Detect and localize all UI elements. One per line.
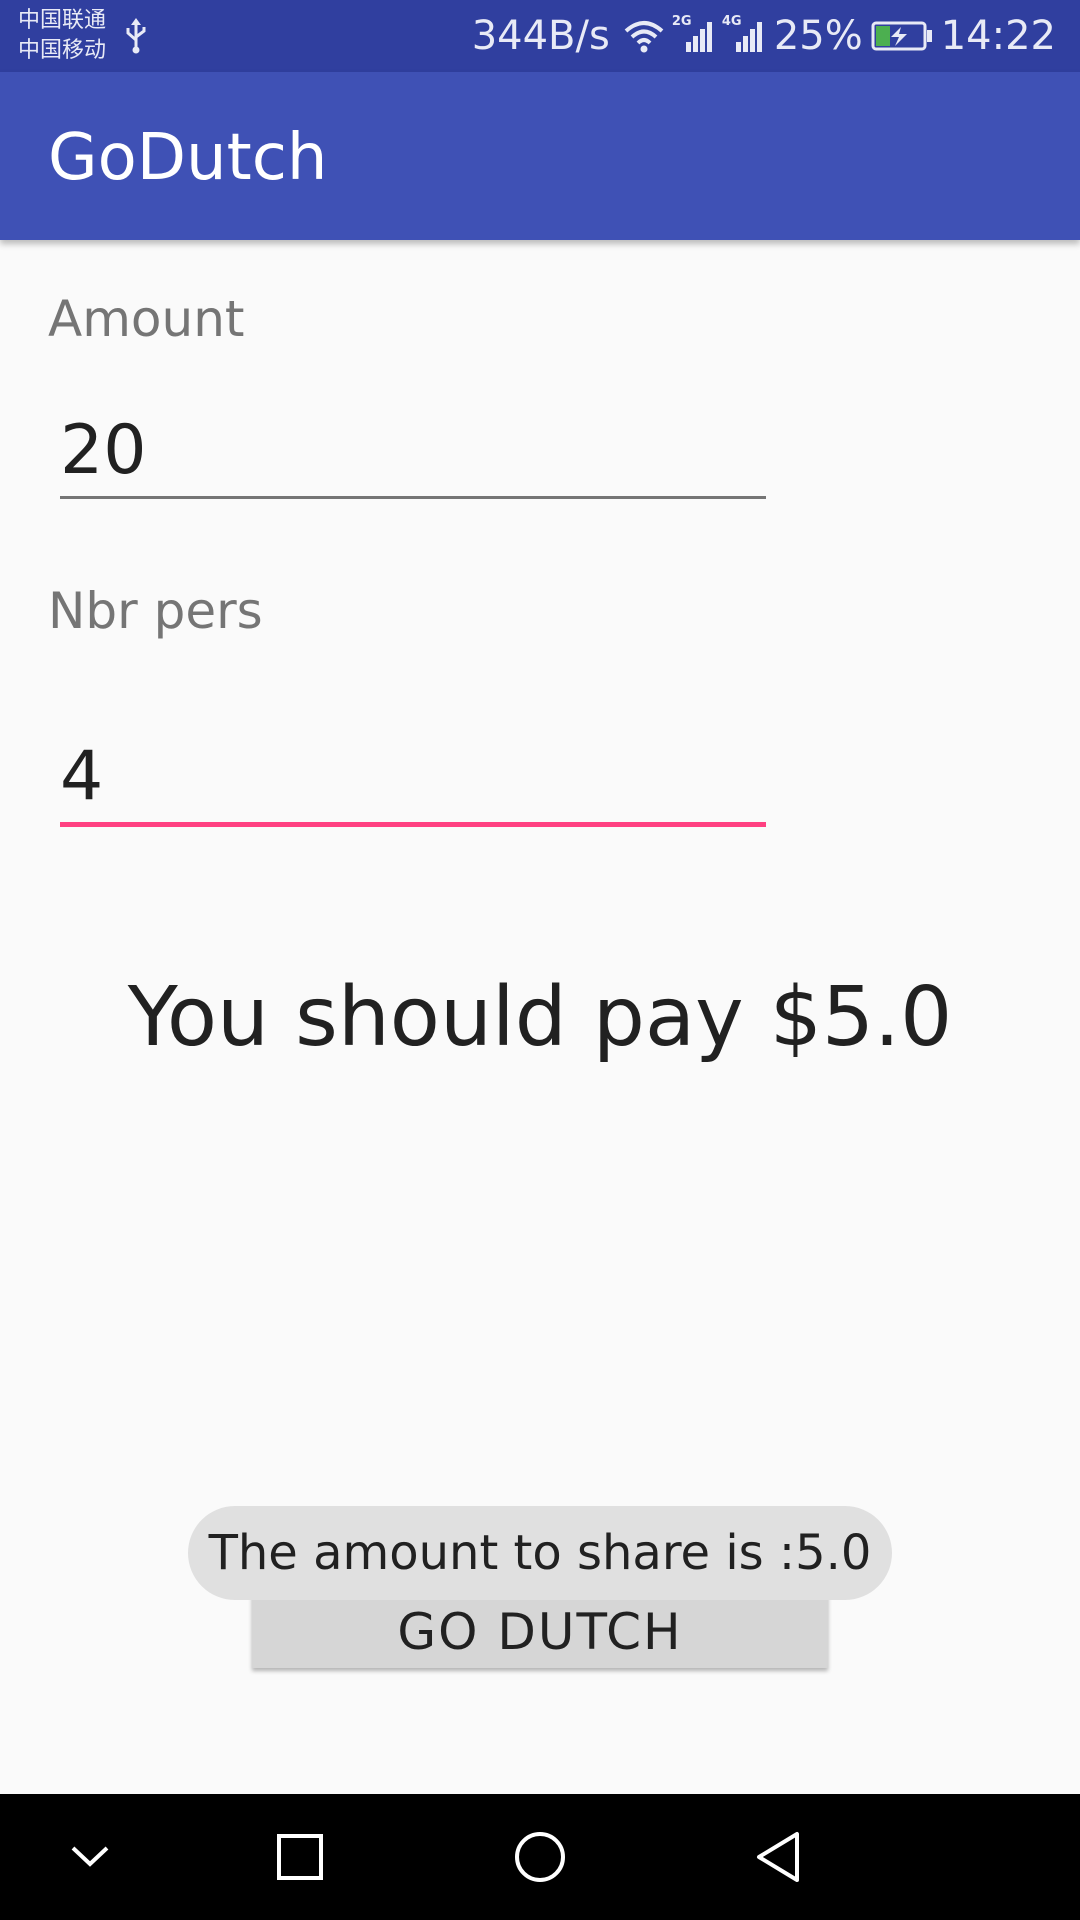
wifi-icon: [624, 21, 664, 53]
carrier-names: 中国联通 中国移动: [18, 6, 106, 66]
usb-icon: [126, 18, 146, 54]
chevron-down-icon[interactable]: [55, 1822, 125, 1892]
amount-label: Amount: [48, 290, 245, 348]
app-bar: GoDutch: [0, 72, 1080, 240]
carrier-2: 中国移动: [18, 38, 107, 63]
persons-label: Nbr pers: [48, 582, 263, 640]
battery-charging-icon: [871, 21, 932, 51]
battery-percent: 25%: [773, 13, 863, 59]
navigation-bar: [0, 1794, 1080, 1920]
sim2-signal: 4G: [722, 14, 764, 54]
result-text: You should pay $5.0: [127, 970, 953, 1065]
app-title: GoDutch: [48, 121, 328, 195]
amount-input[interactable]: [60, 404, 766, 499]
home-icon[interactable]: [505, 1822, 575, 1892]
net-speed: 344B/s: [471, 13, 610, 59]
sim1-signal: 2G: [672, 14, 714, 54]
signal-icon: [735, 22, 762, 52]
recents-icon[interactable]: [265, 1822, 335, 1892]
carrier-1: 中国联通: [18, 8, 107, 33]
persons-input[interactable]: [60, 730, 766, 827]
toast-message: The amount to share is :5.0: [188, 1506, 892, 1600]
status-bar: 中国联通 中国移动 344B/s 2G 4G 25% 14:22: [0, 0, 1080, 72]
back-icon[interactable]: [745, 1822, 815, 1892]
screen: 中国联通 中国移动 344B/s 2G 4G 25% 14:22 GoDutch…: [0, 0, 1080, 1920]
clock: 14:22: [940, 13, 1056, 59]
toast-text: The amount to share is :5.0: [208, 1525, 872, 1581]
status-right-group: 344B/s 2G 4G 25% 14:22: [472, 0, 1056, 72]
signal-icon: [685, 22, 712, 52]
